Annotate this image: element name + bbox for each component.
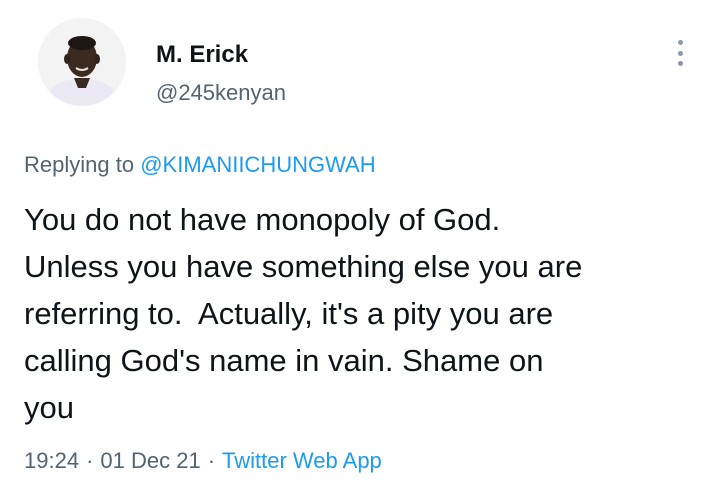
avatar-photo — [38, 18, 126, 106]
tweet-date[interactable]: 01 Dec 21 — [100, 448, 200, 473]
meta-separator: · — [207, 448, 216, 473]
reply-context: Replying to @KIMANIICHUNGWAH — [24, 151, 376, 179]
avatar[interactable] — [38, 18, 126, 106]
more-vertical-icon — [677, 40, 683, 45]
meta-separator: · — [86, 448, 94, 473]
reply-mention-link[interactable]: @KIMANIICHUNGWAH — [140, 152, 375, 177]
tweet-author: M. Erick @245kenyan — [156, 40, 286, 106]
reply-prefix: Replying to — [24, 152, 135, 177]
more-vertical-icon-dot — [677, 50, 683, 56]
more-options-button[interactable] — [668, 38, 692, 68]
tweet-meta: 19:24 · 01 Dec 21 · Twitter Web App — [24, 447, 382, 475]
tweet-source-link[interactable]: Twitter Web App — [222, 448, 382, 473]
more-vertical-icon-dot — [677, 61, 683, 66]
tweet-text: You do not have monopoly of God. Unless … — [24, 202, 583, 425]
author-name[interactable]: M. Erick — [156, 40, 286, 70]
tweet-time[interactable]: 19:24 — [24, 448, 79, 473]
author-handle[interactable]: @245kenyan — [156, 80, 286, 106]
